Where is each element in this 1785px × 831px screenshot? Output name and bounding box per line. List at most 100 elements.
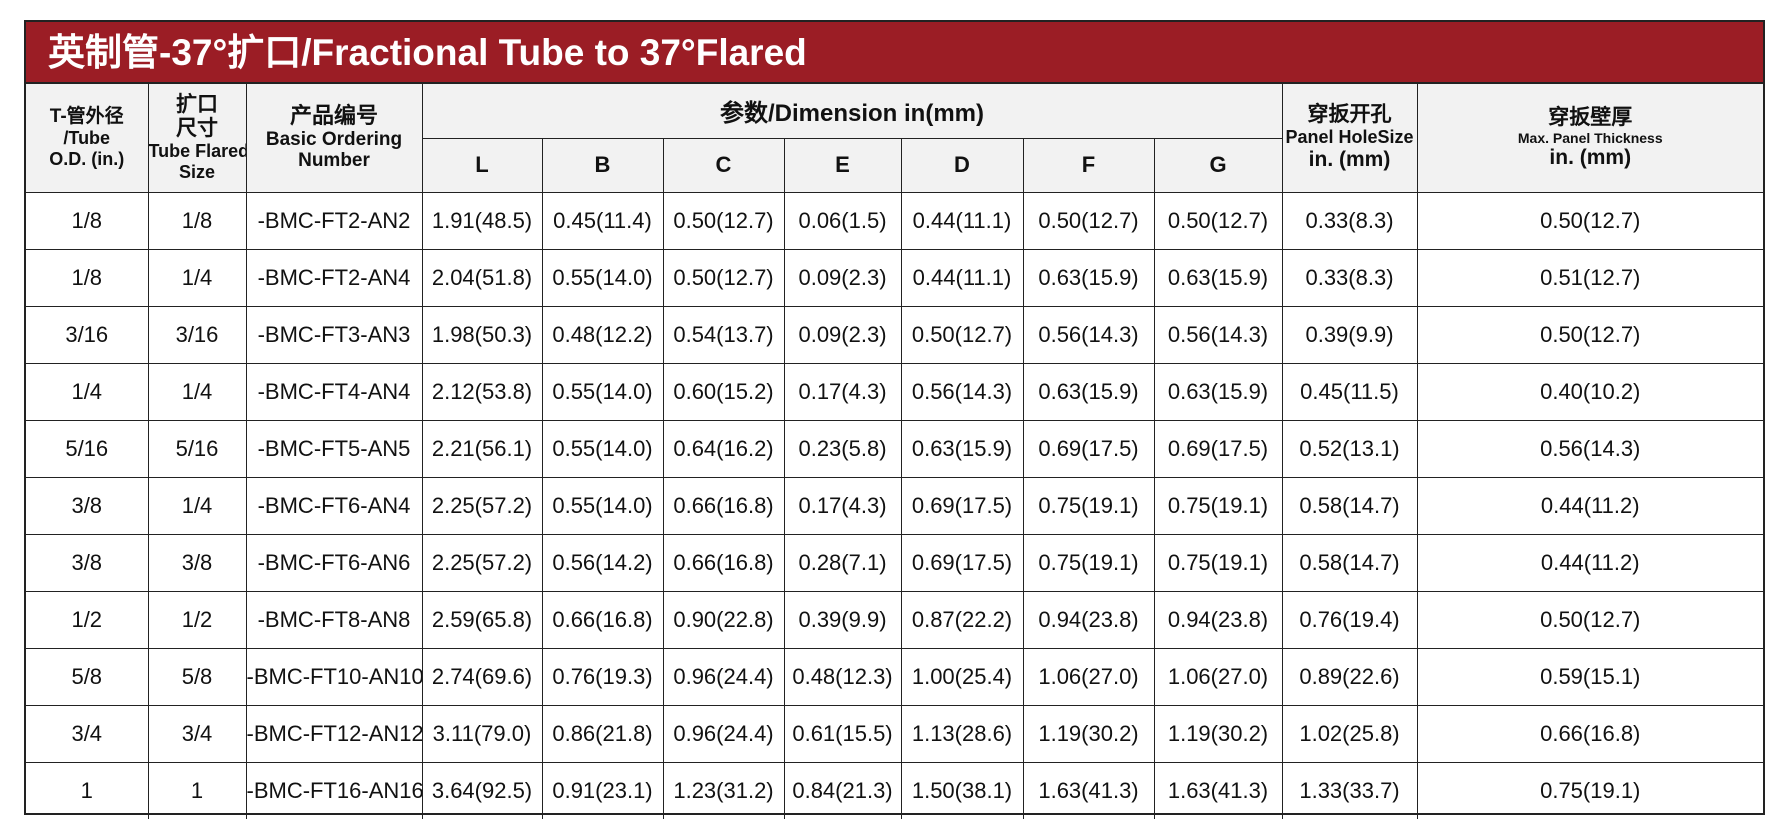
cell-dim-e: 0.09(2.3) — [783, 305, 902, 364]
header-panel-thickness: 穿扳壁厚 Max. Panel Thickness in. (mm) — [1416, 84, 1763, 193]
header-flared-size-line1: 扩口 — [176, 92, 218, 116]
cell-dim-g: 0.75(19.1) — [1153, 476, 1283, 535]
table-title: 英制管-37°扩口/Fractional Tube to 37°Flared — [26, 22, 1763, 84]
cell-panel-hole: 0.58(14.7) — [1281, 533, 1418, 592]
cell-ordering-number: -BMC-FT8-AN8 — [245, 590, 423, 649]
header-ordering-number: 产品编号 Basic Ordering Number — [245, 84, 423, 193]
cell-dim-d: 1.13(28.6) — [900, 704, 1024, 763]
cell-dim-b: 0.55(14.0) — [541, 419, 664, 478]
cell-dim-g: 0.69(17.5) — [1153, 419, 1283, 478]
header-panel-hole-line3: in. (mm) — [1308, 148, 1391, 172]
header-panel-hole-line1: 穿扳开孔 — [1307, 103, 1392, 127]
cell-dim-b: 0.76(19.3) — [541, 647, 664, 706]
header-panel-thickness-line3: in. (mm) — [1549, 145, 1632, 169]
cell-dim-d: 0.44(11.1) — [900, 191, 1024, 250]
cell-flared-size: 1/2 — [147, 590, 247, 649]
cell-dim-e: 0.48(12.3) — [783, 647, 902, 706]
cell-panel-thickness: 0.50(12.7) — [1416, 305, 1763, 364]
header-flared-size: 扩口 尺寸 Tube Flared Size — [147, 84, 247, 193]
header-dim-d: D — [900, 137, 1024, 193]
cell-dim-l: 2.59(65.8) — [421, 590, 543, 649]
cell-dim-f: 0.75(19.1) — [1022, 533, 1155, 592]
cell-dim-c: 0.60(15.2) — [662, 362, 785, 421]
cell-dim-b: 0.56(14.2) — [541, 533, 664, 592]
cell-dim-b: 0.55(14.0) — [541, 476, 664, 535]
cell-tube-od: 1 — [26, 761, 149, 819]
cell-dim-e: 0.17(4.3) — [783, 362, 902, 421]
cell-dim-g: 0.63(15.9) — [1153, 362, 1283, 421]
cell-dim-e: 0.61(15.5) — [783, 704, 902, 763]
cell-panel-hole: 0.89(22.6) — [1281, 647, 1418, 706]
cell-dim-f: 1.06(27.0) — [1022, 647, 1155, 706]
cell-tube-od: 5/8 — [26, 647, 149, 706]
header-tube-od-line3: O.D. (in.) — [49, 148, 125, 169]
cell-panel-thickness: 0.40(10.2) — [1416, 362, 1763, 421]
cell-dim-d: 1.00(25.4) — [900, 647, 1024, 706]
cell-panel-thickness: 0.44(11.2) — [1416, 476, 1763, 535]
header-dim-f: F — [1022, 137, 1155, 193]
cell-dim-l: 2.04(51.8) — [421, 248, 543, 307]
cell-dim-l: 3.64(92.5) — [421, 761, 543, 819]
header-tube-od-line1: T-管外径 — [49, 106, 124, 128]
cell-ordering-number: -BMC-FT6-AN6 — [245, 533, 423, 592]
header-tube-od-line2: /Tube — [63, 127, 111, 148]
cell-dim-e: 0.28(7.1) — [783, 533, 902, 592]
cell-dim-d: 0.44(11.1) — [900, 248, 1024, 307]
cell-dim-f: 0.63(15.9) — [1022, 362, 1155, 421]
cell-dim-g: 0.75(19.1) — [1153, 533, 1283, 592]
table-row: 1/8 1/4 -BMC-FT2-AN4 2.04(51.8) 0.55(14.0) 0.… — [26, 248, 1763, 307]
cell-tube-od: 3/16 — [26, 305, 149, 364]
cell-dim-d: 0.50(12.7) — [900, 305, 1024, 364]
cell-dim-b: 0.55(14.0) — [541, 248, 664, 307]
cell-panel-thickness: 0.44(11.2) — [1416, 533, 1763, 592]
cell-panel-hole: 0.76(19.4) — [1281, 590, 1418, 649]
cell-dim-d: 1.50(38.1) — [900, 761, 1024, 819]
cell-panel-thickness: 0.50(12.7) — [1416, 191, 1763, 250]
cell-tube-od: 5/16 — [26, 419, 149, 478]
cell-dim-l: 2.25(57.2) — [421, 476, 543, 535]
cell-dim-c: 0.64(16.2) — [662, 419, 785, 478]
cell-ordering-number: -BMC-FT6-AN4 — [245, 476, 423, 535]
cell-flared-size: 3/4 — [147, 704, 247, 763]
cell-panel-thickness: 0.51(12.7) — [1416, 248, 1763, 307]
cell-panel-thickness: 0.59(15.1) — [1416, 647, 1763, 706]
cell-dim-c: 0.66(16.8) — [662, 476, 785, 535]
header-dim-l: L — [422, 137, 543, 193]
cell-dim-d: 0.56(14.3) — [900, 362, 1024, 421]
cell-dim-b: 0.48(12.2) — [541, 305, 664, 364]
cell-dim-c: 0.66(16.8) — [662, 533, 785, 592]
cell-flared-size: 1 — [147, 761, 247, 819]
table-row: 3/16 3/16 -BMC-FT3-AN3 1.98(50.3) 0.48(12.2)… — [26, 305, 1763, 364]
header-flared-size-line3: Tube Flared — [148, 141, 246, 162]
header-dim-g: G — [1153, 137, 1282, 193]
cell-dim-g: 1.19(30.2) — [1153, 704, 1283, 763]
cell-dim-g: 0.63(15.9) — [1153, 248, 1283, 307]
cell-dim-c: 0.54(13.7) — [662, 305, 785, 364]
cell-dim-d: 0.87(22.2) — [900, 590, 1024, 649]
cell-flared-size: 3/16 — [147, 305, 247, 364]
cell-dim-f: 0.63(15.9) — [1022, 248, 1155, 307]
cell-dim-l: 2.25(57.2) — [421, 533, 543, 592]
header-ordering-line2: Basic Ordering — [265, 128, 403, 150]
table-body: 1/8 1/8 -BMC-FT2-AN2 1.91(48.5) 0.45(11.4) 0.… — [26, 191, 1763, 819]
cell-flared-size: 1/8 — [147, 191, 247, 250]
header-panel-hole: 穿扳开孔 Panel HoleSize in. (mm) — [1281, 84, 1418, 193]
cell-panel-hole: 0.45(11.5) — [1281, 362, 1418, 421]
cell-dim-f: 0.94(23.8) — [1022, 590, 1155, 649]
cell-ordering-number: -BMC-FT2-AN2 — [245, 191, 423, 250]
cell-dim-b: 0.66(16.8) — [541, 590, 664, 649]
cell-dim-c: 0.50(12.7) — [662, 248, 785, 307]
cell-dim-f: 1.63(41.3) — [1022, 761, 1155, 819]
table-row: 1/8 1/8 -BMC-FT2-AN2 1.91(48.5) 0.45(11.4) 0.… — [26, 191, 1763, 250]
header-panel-thickness-line2: Max. Panel Thickness — [1517, 129, 1663, 146]
cell-flared-size: 1/4 — [147, 476, 247, 535]
cell-tube-od: 1/8 — [26, 191, 149, 250]
table-row: 1/2 1/2 -BMC-FT8-AN8 2.59(65.8) 0.66(16.8) 0.… — [26, 590, 1763, 649]
cell-dim-l: 1.98(50.3) — [421, 305, 543, 364]
cell-dim-b: 0.45(11.4) — [541, 191, 664, 250]
cell-flared-size: 1/4 — [147, 248, 247, 307]
table-row: 5/16 5/16 -BMC-FT5-AN5 2.21(56.1) 0.55(14.0)… — [26, 419, 1763, 478]
cell-dim-g: 0.94(23.8) — [1153, 590, 1283, 649]
header-flared-size-line4: Size — [178, 161, 216, 182]
cell-dim-d: 0.69(17.5) — [900, 533, 1024, 592]
